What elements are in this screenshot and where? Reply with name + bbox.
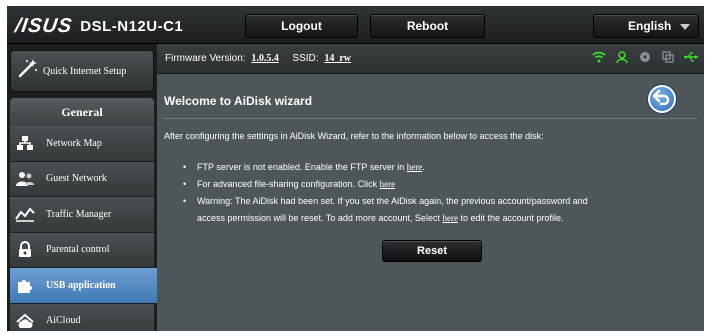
user-icon[interactable] (615, 51, 629, 67)
parental-control-icon (10, 233, 40, 268)
ftp-status-text: FTP server is not enabled. Enable the FT… (197, 162, 405, 172)
quick-internet-setup-button[interactable]: Quick Internet Setup (10, 50, 154, 92)
intro-text: After configuring the settings in AiDisk… (164, 131, 544, 141)
advanced-sharing-link[interactable]: here (380, 179, 396, 189)
list-item: • FTP server is not enabled. Enable the … (183, 162, 425, 172)
magic-wand-icon (11, 57, 43, 85)
info-list: • FTP server is not enabled. Enable the … (183, 159, 653, 227)
list-item: • Warning: The AiDisk had been set. If y… (183, 196, 588, 223)
aicloud-icon (10, 304, 40, 332)
ssid-link[interactable]: 14_rw (324, 53, 351, 64)
model-name: DSL-N12U-C1 (80, 17, 184, 35)
edit-account-link[interactable]: here (442, 213, 458, 223)
warning-text-line1: Warning: The AiDisk had been set. If you… (197, 196, 588, 206)
sidebar-item-parental-control[interactable]: Parental control (10, 232, 154, 268)
main-panel: Firmware Version: 1.0.5.4 SSID: 14_rw We… (157, 44, 704, 331)
sidebar-item-label: AiCloud (46, 315, 81, 327)
advanced-sharing-text: For advanced file-sharing configuration.… (197, 179, 378, 189)
back-button[interactable] (648, 85, 676, 113)
sidebar-item-label: Guest Network (46, 173, 107, 185)
status-bar: Firmware Version: 1.0.5.4 SSID: 14_rw (157, 44, 704, 74)
ssid-label: SSID: (292, 53, 319, 64)
sidebar-item-label: Network Map (46, 137, 102, 149)
wifi-icon[interactable] (592, 51, 606, 67)
sidebar-item-label: Traffic Manager (46, 208, 112, 220)
top-header: /ISUS DSL-N12U-C1 Logout Reboot English (7, 6, 704, 44)
language-label: English (628, 19, 672, 33)
sidebar-item-aicloud[interactable]: AiCloud (10, 303, 154, 332)
list-item: • For advanced file-sharing configuratio… (183, 179, 396, 189)
chevron-down-icon (680, 24, 690, 30)
enable-ftp-link[interactable]: here (407, 162, 423, 172)
general-section-header: General (10, 98, 154, 126)
language-select[interactable]: English (593, 14, 699, 38)
asus-logo: /ISUS (13, 14, 74, 37)
router-admin-window: /ISUS DSL-N12U-C1 Logout Reboot English … (7, 6, 704, 331)
copy-icon[interactable] (661, 51, 675, 67)
period: . (422, 162, 425, 172)
sidebar: Quick Internet Setup General Network Map… (7, 44, 166, 332)
warning-text-line2: access permission will be reset. To add … (197, 213, 440, 223)
usb-icon[interactable] (684, 51, 698, 67)
firmware-label: Firmware Version: (165, 53, 246, 64)
sidebar-item-usb-application[interactable]: USB application (10, 268, 166, 304)
back-arrow-icon (652, 89, 671, 110)
warning-text-end: to edit the account profile. (460, 213, 564, 223)
title-divider (163, 118, 697, 119)
brand: /ISUS DSL-N12U-C1 (13, 14, 184, 37)
status-text: Firmware Version: 1.0.5.4 SSID: 14_rw (165, 53, 351, 64)
sidebar-menu: Network Map Guest Network Traffic Manage… (10, 126, 166, 332)
sidebar-item-guest-network[interactable]: Guest Network (10, 161, 154, 197)
sidebar-item-label: USB application (46, 279, 116, 291)
network-map-icon (10, 126, 40, 161)
status-icons (592, 51, 698, 67)
sidebar-item-network-map[interactable]: Network Map (10, 126, 154, 162)
guest-network-icon (10, 162, 40, 197)
content-area: Welcome to AiDisk wizard After configuri… (157, 75, 704, 331)
reset-button[interactable]: Reset (382, 240, 482, 262)
firmware-version-link[interactable]: 1.0.5.4 (251, 53, 279, 64)
usb-application-icon (10, 268, 40, 303)
quick-setup-label: Quick Internet Setup (43, 65, 127, 77)
logout-button[interactable]: Logout (245, 14, 358, 38)
reboot-button[interactable]: Reboot (370, 14, 485, 38)
page-title: Welcome to AiDisk wizard (164, 94, 313, 108)
cd-icon[interactable] (638, 51, 652, 67)
traffic-manager-icon (10, 197, 40, 232)
sidebar-item-traffic-manager[interactable]: Traffic Manager (10, 197, 154, 233)
sidebar-item-label: Parental control (46, 244, 110, 256)
